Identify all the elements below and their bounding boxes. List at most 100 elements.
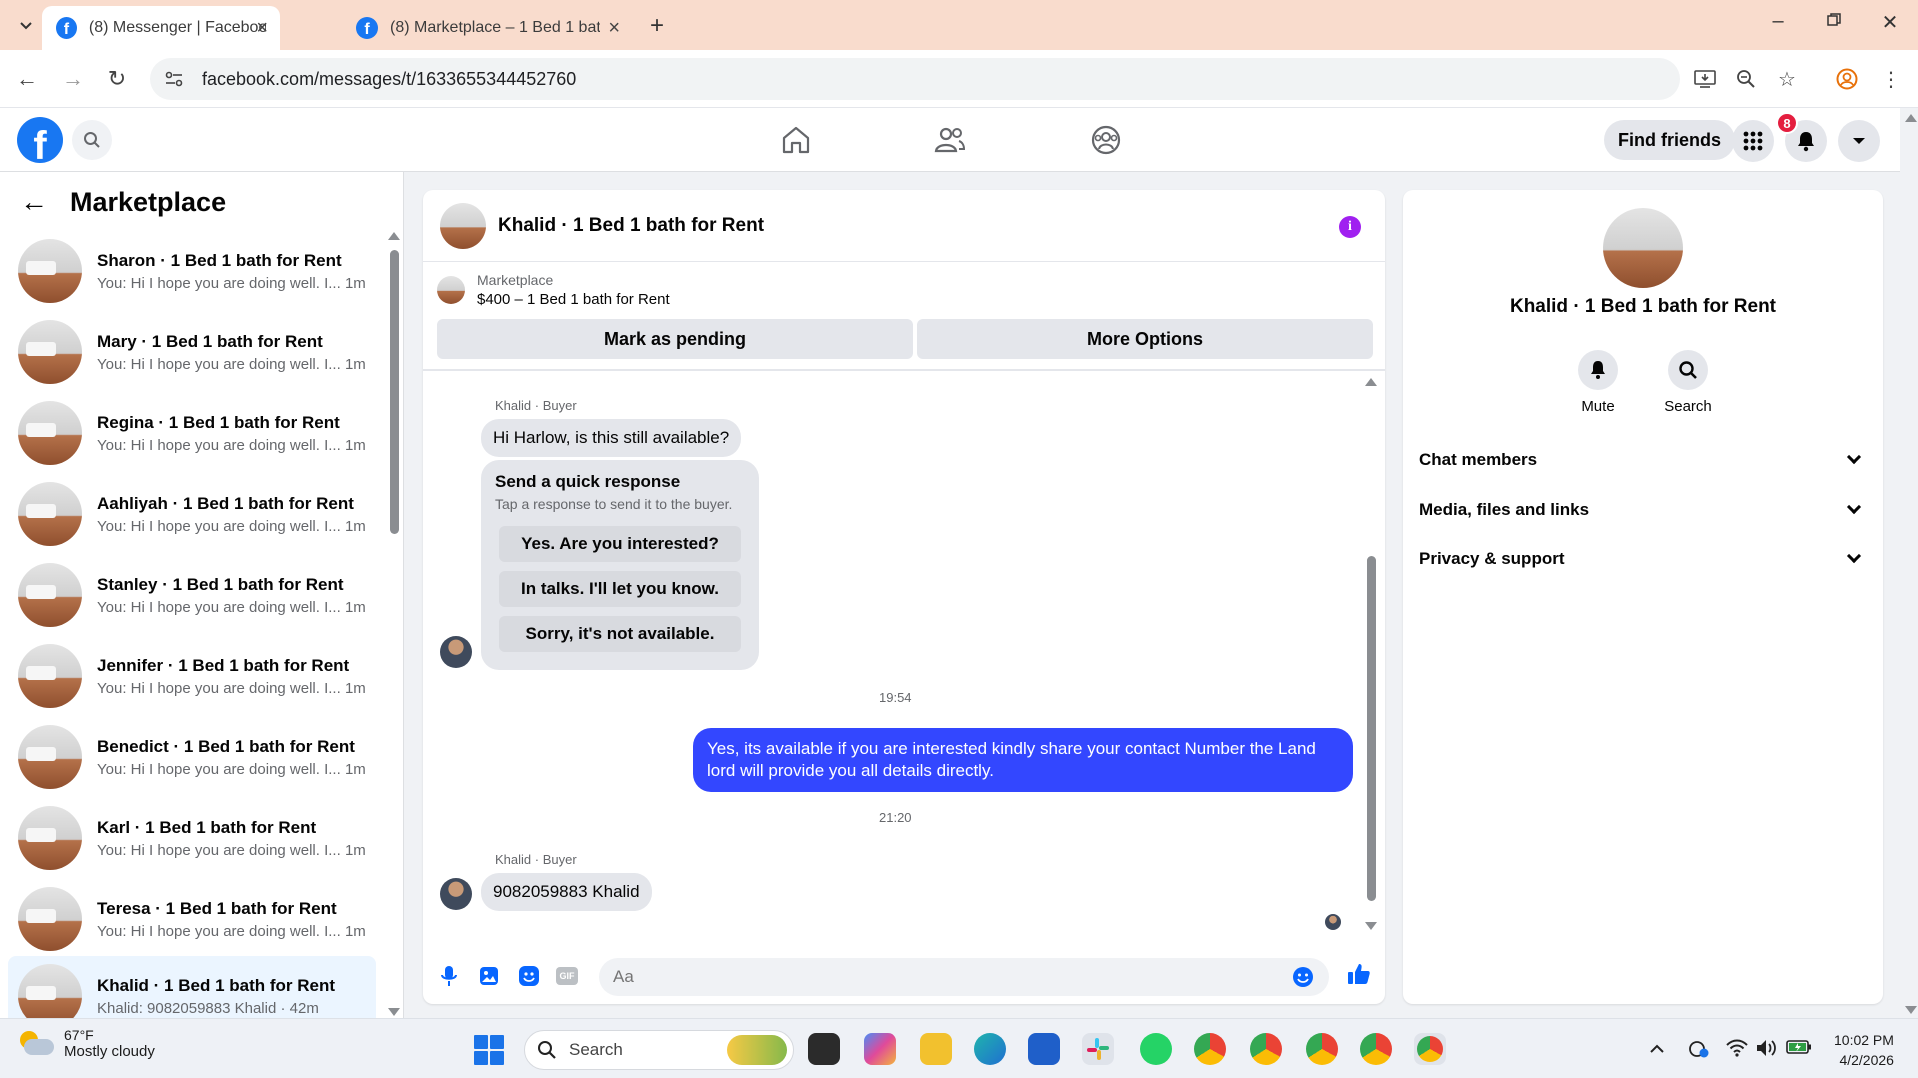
kebab-menu-icon[interactable]: ⋮ <box>1876 64 1906 94</box>
chrome-profile-icon[interactable] <box>1306 1033 1338 1065</box>
conversation-item[interactable]: Aahliyah · 1 Bed 1 bath for Rent You: Hi … <box>8 475 376 553</box>
volume-icon[interactable] <box>1756 1039 1778 1062</box>
buyer-avatar[interactable] <box>440 636 472 668</box>
conversation-item-active[interactable]: Khalid · 1 Bed 1 bath for Rent Khalid: 90… <box>8 956 376 1018</box>
chat-scrollbar[interactable] <box>1367 556 1376 901</box>
page-scroll-up-icon[interactable] <box>1905 114 1917 122</box>
find-friends-button[interactable]: Find friends <box>1604 120 1735 160</box>
tab-search-chevron-icon[interactable] <box>10 10 42 42</box>
conversation-item[interactable]: Jennifer · 1 Bed 1 bath for Rent You: Hi … <box>8 637 376 715</box>
message-input[interactable] <box>599 958 1329 996</box>
whatsapp-icon[interactable] <box>1140 1033 1172 1065</box>
store-icon[interactable] <box>1028 1033 1060 1065</box>
microsoft-365-icon[interactable] <box>864 1033 896 1065</box>
chat-members-section[interactable]: Chat members <box>1419 438 1867 482</box>
gif-icon[interactable]: GIF <box>556 967 578 985</box>
outgoing-message[interactable]: Yes, its available if you are interested… <box>693 728 1353 793</box>
chrome-profile-icon[interactable] <box>1250 1033 1282 1065</box>
star-icon[interactable]: ☆ <box>1772 64 1802 94</box>
friends-icon[interactable] <box>930 122 970 158</box>
chat-title[interactable]: Khalid · 1 Bed 1 bath for Rent <box>498 215 764 237</box>
file-explorer-icon[interactable] <box>920 1033 952 1065</box>
zoom-icon[interactable] <box>1731 64 1761 94</box>
tray-chevron-up-icon[interactable] <box>1650 1039 1664 1059</box>
search-conversation-button[interactable]: Search <box>1658 350 1718 415</box>
conversation-item[interactable]: Benedict · 1 Bed 1 bath for Rent You: Hi … <box>8 718 376 796</box>
emoji-icon[interactable] <box>1291 965 1315 989</box>
listing-price: $400 – 1 Bed 1 bath for Rent <box>477 291 670 308</box>
close-tab-icon[interactable]: × <box>256 17 268 40</box>
groups-icon[interactable] <box>1086 122 1126 158</box>
search-icon <box>538 1041 556 1059</box>
conversation-item[interactable]: Karl · 1 Bed 1 bath for Rent You: Hi I ho… <box>8 799 376 877</box>
mute-button[interactable]: Mute <box>1568 350 1628 415</box>
close-window-icon[interactable]: ✕ <box>1870 10 1910 35</box>
search-label: Search <box>1664 398 1712 415</box>
facebook-logo-icon[interactable]: f <box>17 117 63 163</box>
back-arrow-icon[interactable]: ← <box>20 186 48 218</box>
chrome-active-icon[interactable] <box>1414 1033 1446 1065</box>
vpn-shield-icon[interactable] <box>1688 1039 1710 1064</box>
sticker-icon[interactable] <box>517 964 541 988</box>
incoming-message[interactable]: 9082059883 Khalid <box>481 873 652 911</box>
sidebar-scrollbar[interactable] <box>390 250 399 534</box>
taskbar-search[interactable]: Search <box>524 1030 794 1070</box>
conversation-item[interactable]: Stanley · 1 Bed 1 bath for Rent You: Hi I… <box>8 556 376 634</box>
conversation-item[interactable]: Mary · 1 Bed 1 bath for Rent You: Hi I ho… <box>8 313 376 391</box>
edge-icon[interactable] <box>974 1033 1006 1065</box>
quick-response-option[interactable]: In talks. I'll let you know. <box>499 571 741 607</box>
conversation-info-icon[interactable]: i <box>1339 216 1361 238</box>
mark-as-pending-button[interactable]: Mark as pending <box>437 319 913 359</box>
info-avatar[interactable] <box>1603 208 1683 288</box>
conversation-item[interactable]: Teresa · 1 Bed 1 bath for Rent You: Hi I … <box>8 880 376 958</box>
chrome-icon[interactable] <box>1194 1033 1226 1065</box>
more-options-button[interactable]: More Options <box>917 319 1373 359</box>
buyer-avatar[interactable] <box>440 878 472 910</box>
forward-icon[interactable]: → <box>56 62 90 96</box>
quick-response-option[interactable]: Sorry, it's not available. <box>499 616 741 652</box>
tab-marketplace[interactable]: f (8) Marketplace – 1 Bed 1 bath × <box>342 6 632 50</box>
weather-widget[interactable]: 67°F Mostly cloudy <box>18 1027 155 1060</box>
quick-response-option[interactable]: Yes. Are you interested? <box>499 526 741 562</box>
minimize-icon[interactable]: – <box>1758 10 1798 33</box>
microphone-icon[interactable] <box>437 964 461 988</box>
battery-charging-icon[interactable] <box>1786 1039 1812 1060</box>
tab-messenger[interactable]: f (8) Messenger | Facebook × <box>42 6 280 50</box>
site-info-icon[interactable] <box>164 69 184 89</box>
search-icon[interactable] <box>72 120 112 160</box>
conversation-item[interactable]: Sharon · 1 Bed 1 bath for Rent You: Hi I … <box>8 232 376 310</box>
conversation-name: Jennifer · 1 Bed 1 bath for Rent <box>97 655 350 675</box>
profile-icon[interactable] <box>1832 64 1862 94</box>
chat-scroll-up-icon[interactable] <box>1365 378 1377 386</box>
task-view-icon[interactable] <box>808 1033 840 1065</box>
sidebar-title: Marketplace <box>70 186 227 217</box>
system-clock[interactable]: 10:02 PM 4/2/2026 <box>1834 1031 1894 1070</box>
reload-icon[interactable]: ↻ <box>100 62 134 96</box>
sidebar-scroll-up-icon[interactable] <box>388 232 400 240</box>
menu-grid-icon[interactable] <box>1732 120 1774 162</box>
back-icon[interactable]: ← <box>10 62 44 96</box>
install-icon[interactable] <box>1690 64 1720 94</box>
windows-start-icon[interactable] <box>474 1035 504 1065</box>
page-scroll-down-icon[interactable] <box>1905 1006 1917 1014</box>
sidebar-scroll-down-icon[interactable] <box>388 1008 400 1016</box>
privacy-support-section[interactable]: Privacy & support <box>1419 537 1867 581</box>
wifi-icon[interactable] <box>1726 1039 1748 1062</box>
chrome-profile-icon[interactable] <box>1360 1033 1392 1065</box>
chat-avatar[interactable] <box>440 202 486 249</box>
conversation-snippet: You: Hi I hope you are doing well. I... … <box>97 355 366 373</box>
close-tab-icon[interactable]: × <box>608 17 620 40</box>
media-files-links-section[interactable]: Media, files and links <box>1419 488 1867 532</box>
photo-icon[interactable] <box>477 964 501 988</box>
chat-scroll-down-icon[interactable] <box>1365 922 1377 930</box>
home-icon[interactable] <box>776 122 816 158</box>
restore-icon[interactable] <box>1814 10 1854 33</box>
slack-icon[interactable] <box>1082 1033 1114 1065</box>
incoming-message[interactable]: Hi Harlow, is this still available? <box>481 419 742 457</box>
conversation-item[interactable]: Regina · 1 Bed 1 bath for Rent You: Hi I … <box>8 394 376 472</box>
like-thumb-icon[interactable] <box>1347 962 1371 986</box>
account-chevron-icon[interactable] <box>1838 120 1880 162</box>
marketplace-listing[interactable]: Marketplace $400 – 1 Bed 1 bath for Rent <box>437 272 670 308</box>
address-bar[interactable]: facebook.com/messages/t/1633655344452760 <box>150 58 1680 100</box>
new-tab-plus-icon[interactable]: + <box>650 12 664 40</box>
